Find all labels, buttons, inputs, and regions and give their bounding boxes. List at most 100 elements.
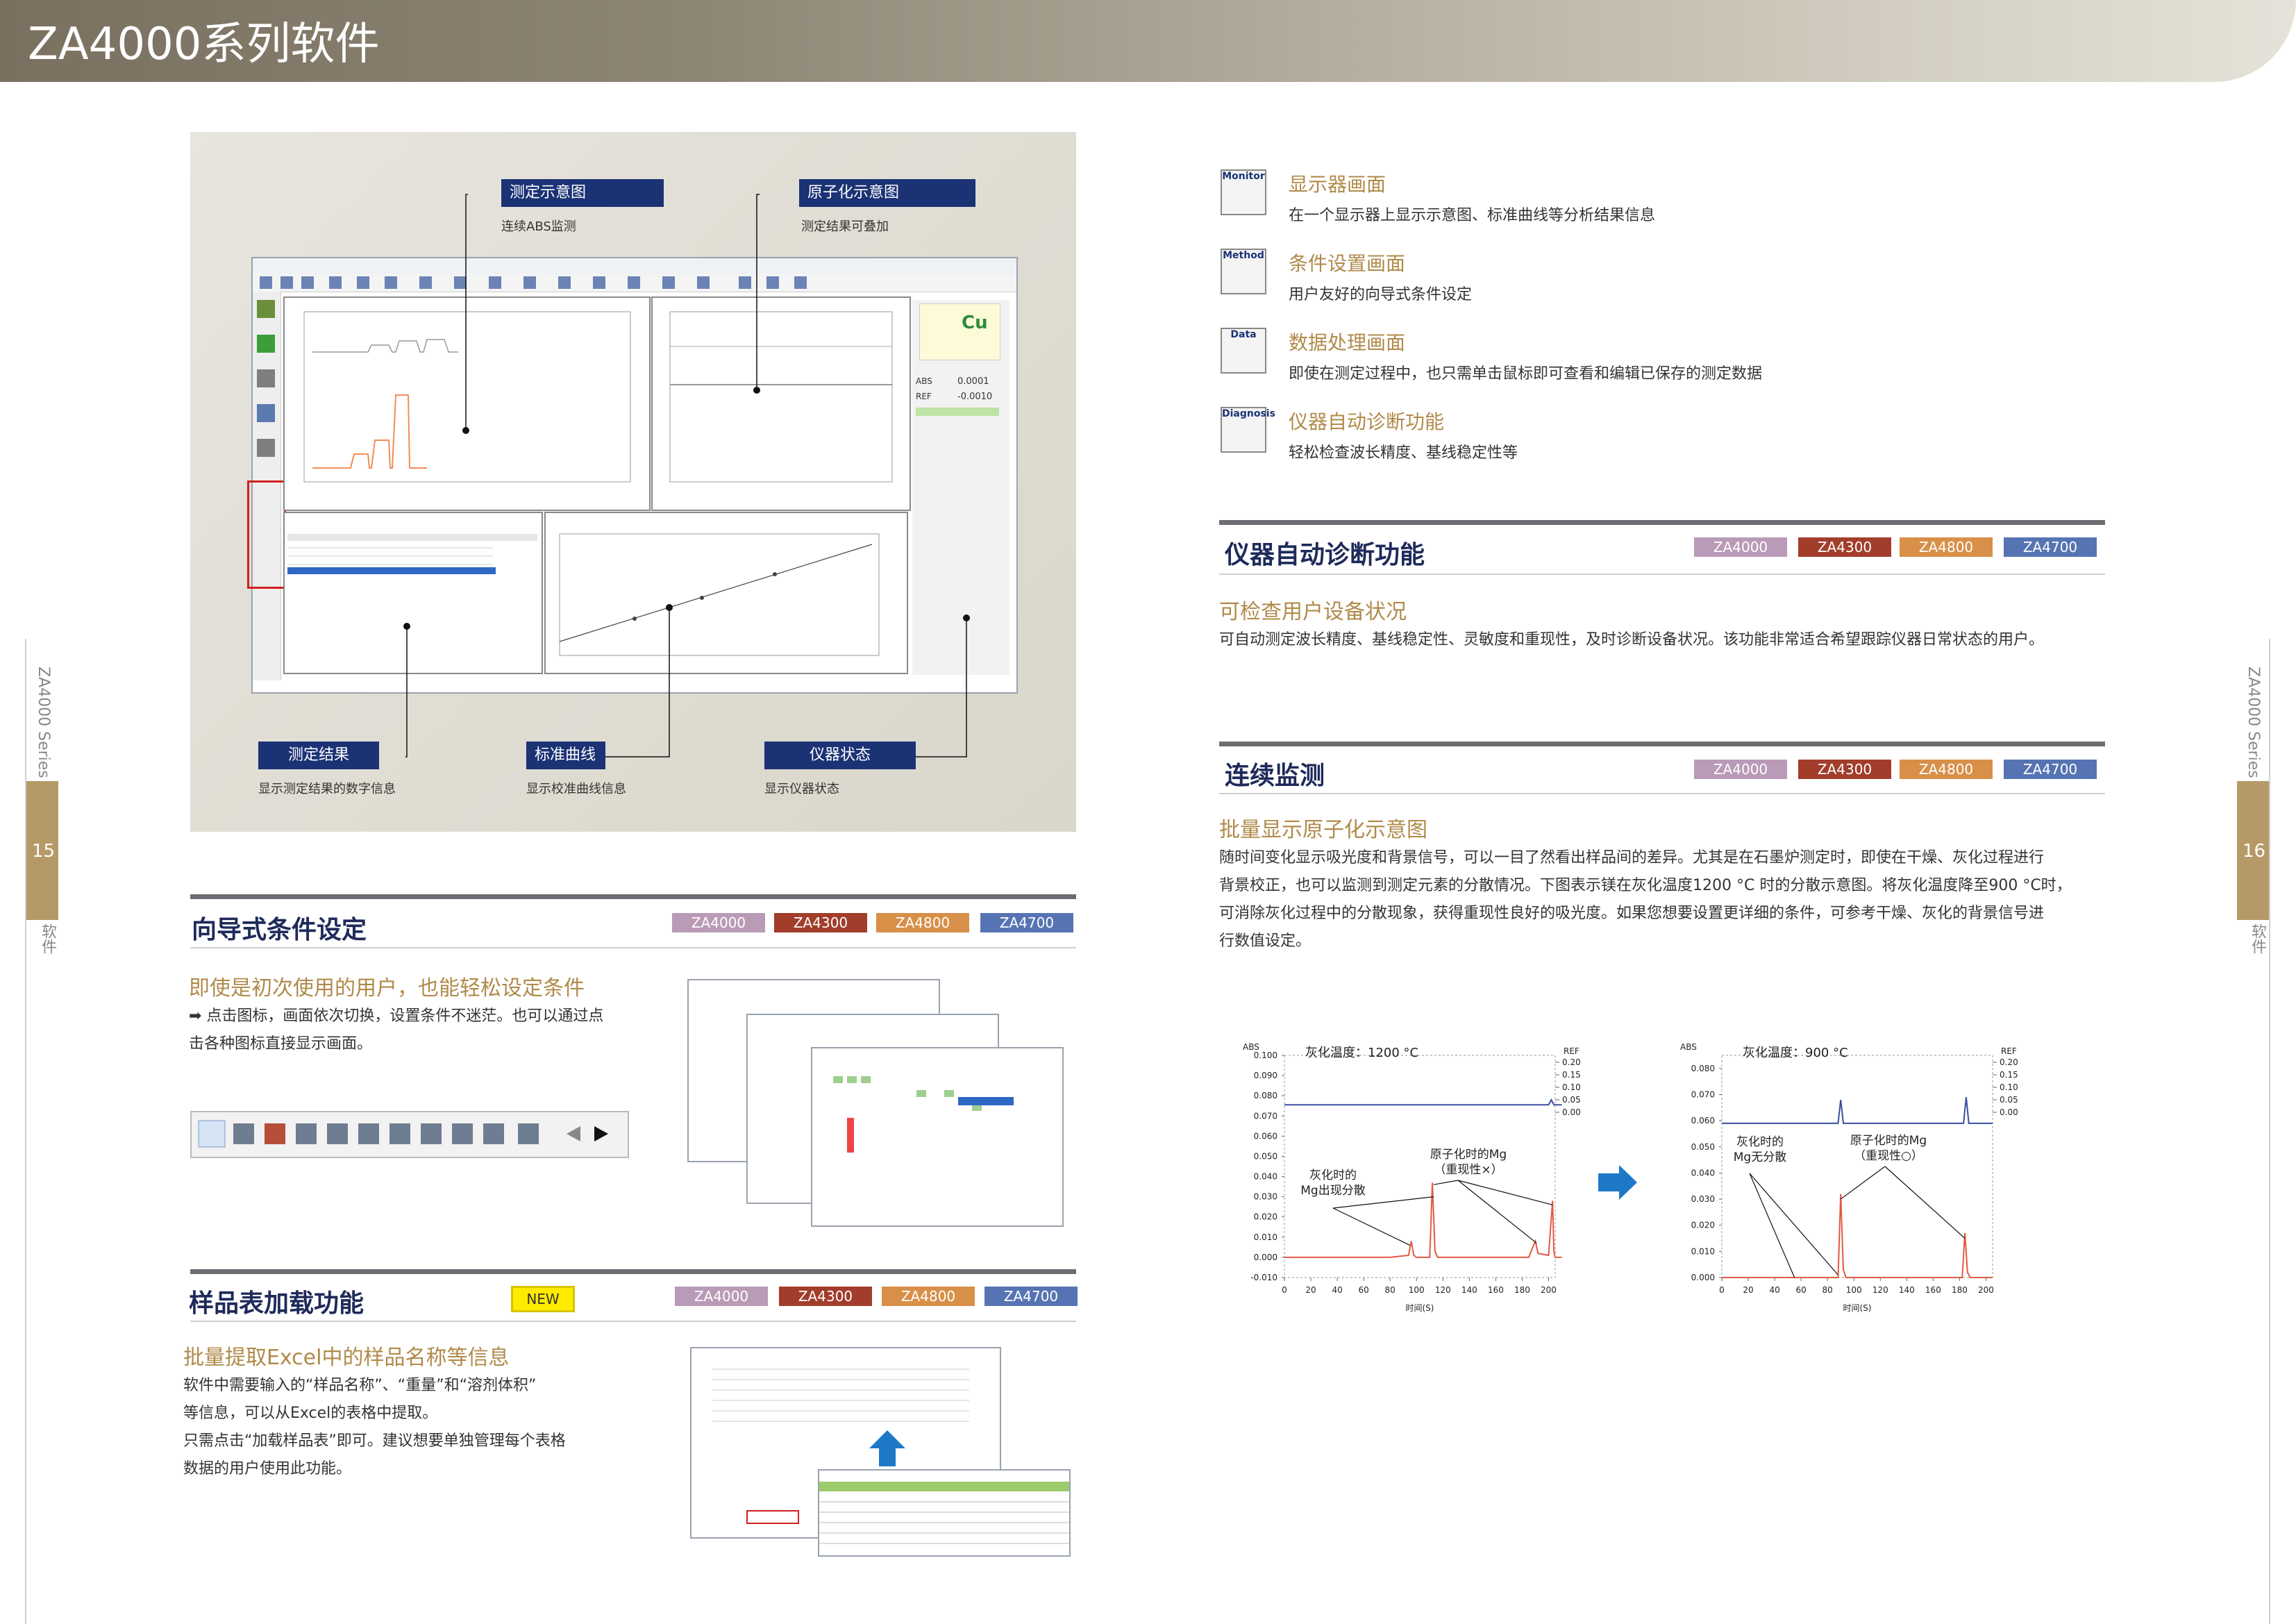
section-rule <box>1219 520 2105 525</box>
y-tick-label: 0.090 <box>1254 1071 1277 1080</box>
diagnosis-icon: Diagnosis <box>1221 407 1275 453</box>
chart-ash-900: 灰化温度：900 °CABS REF0.0000.0100.0200.0300.0… <box>1680 1042 2018 1313</box>
x-tick-label: 140 <box>1899 1285 1915 1295</box>
x-tick-label: 200 <box>1978 1285 1994 1295</box>
y2-tick-label: 0.00 <box>2000 1107 2018 1117</box>
x-tick-label: 160 <box>1488 1285 1504 1295</box>
side-label-right: 软件 <box>2249 923 2266 954</box>
series-line <box>1284 1098 1562 1106</box>
x-tick-label: 40 <box>1332 1285 1342 1295</box>
y-tick-label: 0.020 <box>1254 1212 1277 1222</box>
section-rule <box>1219 742 2105 746</box>
x-tick-label: 20 <box>1743 1285 1753 1295</box>
y-tick-label: 0.010 <box>1691 1246 1715 1256</box>
wizard-body-2: 击各种图标直接显示画面。 <box>189 1035 373 1053</box>
y-tick-label: 0.100 <box>1254 1050 1277 1060</box>
section-title-sampletable: 样品表加载功能 <box>189 1289 364 1318</box>
y-tick-label: 0.050 <box>1691 1142 1715 1152</box>
annotation-leader <box>1749 1173 1795 1278</box>
y-tick-label: 0.070 <box>1691 1089 1715 1099</box>
callout-status: 仪器状态 <box>764 742 916 769</box>
callout-measure-desc: 连续ABS监测 <box>501 219 576 234</box>
section-underline <box>190 1321 1076 1322</box>
annotation-leader <box>1457 1180 1553 1205</box>
section-underline <box>1219 793 2105 794</box>
callout-atomization-desc: 测定结果可叠加 <box>801 219 889 234</box>
chart-title: 灰化温度：900 °C <box>1743 1046 1848 1060</box>
annotation-leader <box>1433 1180 1459 1185</box>
right-arrow-icon <box>1598 1165 1637 1200</box>
x-tick-label: 160 <box>1925 1285 1941 1295</box>
model-tag: ZA4700 <box>984 1287 1078 1306</box>
y-tick-label: 0.060 <box>1254 1131 1277 1141</box>
model-tag: ZA4000 <box>1694 760 1787 779</box>
side-tab-right: 16 <box>2237 781 2269 920</box>
annotation-label: 原子化时的Mg <box>1430 1148 1507 1162</box>
annotation-label: 原子化时的Mg <box>1850 1134 1927 1148</box>
y-tick-label: 0.010 <box>1254 1232 1277 1242</box>
page-number-right: 16 <box>2243 841 2266 862</box>
x-tick-label: 100 <box>1846 1285 1862 1295</box>
section-rule <box>190 1269 1076 1274</box>
y-tick-label: 0.060 <box>1691 1116 1715 1125</box>
side-label-left: 软件 <box>39 923 56 954</box>
diagnosis-subhead: 可检查用户设备状况 <box>1219 600 1407 624</box>
model-tag: ZA4300 <box>1798 537 1891 557</box>
feature-title-method: 条件设置画面 <box>1289 252 1406 275</box>
y-tick-label: 0.050 <box>1254 1151 1277 1161</box>
feature-title-diagnosis: 仪器自动诊断功能 <box>1289 410 1445 433</box>
annotation-leader <box>1332 1207 1410 1246</box>
annotation-label: 灰化时的 <box>1309 1169 1357 1182</box>
monitor-body-3: 可消除灰化过程中的分散现象，获得重现性良好的吸光度。如果您想要设置更详细的条件，… <box>1219 905 2045 922</box>
y-tick-label: -0.010 <box>1250 1273 1277 1282</box>
data-icon: Data <box>1221 328 1266 374</box>
callout-measure: 测定示意图 <box>501 179 664 207</box>
x-axis-label: 时间(S) <box>1406 1303 1434 1313</box>
chart-ash-1200: 灰化温度：1200 °CABS REF-0.0100.0000.0100.0200… <box>1243 1042 1581 1313</box>
model-tag: ZA4300 <box>1798 760 1891 779</box>
side-tab-left: 15 <box>26 781 58 920</box>
monitor-icon: Monitor <box>1221 169 1266 215</box>
y-tick-label: 0.000 <box>1691 1273 1715 1282</box>
wizard-toolbar-image <box>190 1111 629 1158</box>
x-tick-label: 120 <box>1435 1285 1451 1295</box>
y-tick-label: 0.070 <box>1254 1111 1277 1121</box>
model-tag: ZA4800 <box>1900 537 1993 557</box>
annotation-label: Mg出现分散 <box>1300 1184 1365 1198</box>
y-tick-label: 0.040 <box>1691 1168 1715 1178</box>
x-tick-label: 60 <box>1796 1285 1807 1295</box>
callout-results: 测定结果 <box>258 742 379 769</box>
series-line <box>1722 1097 1993 1124</box>
model-tag: ZA4800 <box>1900 760 1993 779</box>
y2-tick-label: 0.15 <box>2000 1070 2018 1080</box>
chart-title: 灰化温度：1200 °C <box>1305 1046 1418 1060</box>
y-tick-label: 0.080 <box>1254 1091 1277 1100</box>
annotation-label: （重现性○） <box>1854 1149 1923 1163</box>
x-tick-label: 200 <box>1541 1285 1557 1295</box>
y-tick-label: 0.030 <box>1254 1192 1277 1202</box>
y2-axis-label: REF <box>2001 1046 2017 1056</box>
section-title-wizard: 向导式条件设定 <box>192 916 367 944</box>
y2-axis-label: REF <box>1564 1046 1579 1056</box>
monitor-body-1: 随时间变化显示吸光度和背景信号，可以一目了然看出样品间的差异。尤其是在石墨炉测定… <box>1219 849 2045 867</box>
y-tick-label: 0.040 <box>1254 1172 1277 1182</box>
y2-tick-label: 0.15 <box>1562 1070 1581 1080</box>
x-tick-label: 180 <box>1514 1285 1530 1295</box>
annotation-label: 灰化时的 <box>1736 1135 1784 1149</box>
x-tick-label: 20 <box>1305 1285 1316 1295</box>
x-tick-label: 0 <box>1719 1285 1725 1295</box>
side-series-right: ZA4000 Series <box>2245 667 2262 778</box>
monitor-subhead: 批量显示原子化示意图 <box>1219 818 1427 842</box>
callout-status-desc: 显示仪器状态 <box>764 782 839 796</box>
feature-desc-method: 用户友好的向导式条件设定 <box>1289 286 1473 303</box>
sampletable-subhead: 批量提取Excel中的样品名称等信息 <box>183 1346 510 1370</box>
page-header: ZA4000系列软件 <box>0 0 2296 82</box>
annotation-leader <box>1332 1196 1434 1209</box>
section-rule <box>190 894 1076 899</box>
section-underline <box>190 947 1076 948</box>
page-title: ZA4000系列软件 <box>28 19 380 70</box>
excel-sheet <box>818 1469 1071 1557</box>
annotation-label: Mg无分散 <box>1734 1150 1786 1164</box>
y2-tick-label: 0.00 <box>1562 1107 1581 1117</box>
annotation-leader <box>1884 1166 1966 1239</box>
